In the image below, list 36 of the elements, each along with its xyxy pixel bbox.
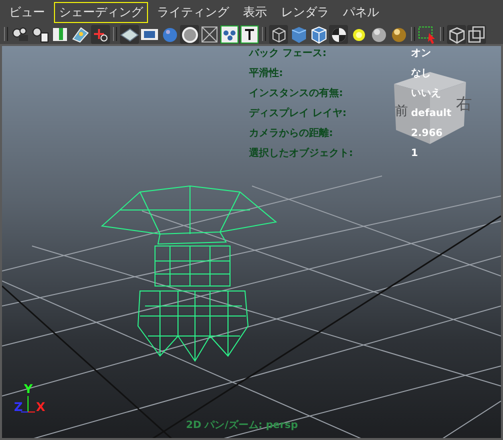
nodes-icon[interactable] — [220, 24, 239, 44]
menu-item[interactable]: 表示 — [238, 2, 272, 22]
move-zoom-icon[interactable] — [91, 24, 110, 44]
circle-icon[interactable] — [180, 24, 199, 44]
camera-list-icon[interactable] — [31, 24, 50, 44]
shaded-cube-icon[interactable] — [289, 24, 308, 44]
checker-sphere-icon[interactable] — [329, 24, 348, 44]
hud-value: default — [411, 107, 452, 121]
selection-cursor-icon[interactable] — [418, 24, 437, 44]
image-plane-icon[interactable] — [71, 24, 90, 44]
hud-label: インスタンスの有無: — [249, 86, 343, 101]
cube-outline-icon[interactable] — [447, 24, 466, 44]
hud-value: 1 — [411, 147, 418, 161]
outlined-cube-icon[interactable] — [309, 24, 328, 44]
overlap-squares-icon[interactable] — [467, 24, 486, 44]
text-icon[interactable] — [240, 24, 259, 44]
menu-item[interactable]: シェーディング — [54, 2, 148, 22]
hud-value: 2.966 — [411, 127, 443, 141]
hud-label: カメラからの距離: — [249, 126, 333, 141]
z-axis-label: Z — [14, 401, 23, 413]
hud-label: バック フェース: — [249, 47, 326, 61]
menu-item[interactable]: パネル — [338, 2, 384, 22]
view-cube-front-label: 前 — [395, 103, 408, 120]
menu-item[interactable]: ライティング — [152, 2, 234, 22]
hud-label: 選択したオブジェクト: — [249, 146, 353, 161]
wireframe-cube-icon[interactable] — [269, 24, 288, 44]
hud-value: オン — [411, 47, 431, 61]
camera-icon[interactable] — [11, 24, 30, 44]
wireframe-box-icon[interactable] — [200, 24, 219, 44]
hud-value: いいえ — [411, 87, 441, 101]
grid-icon[interactable] — [120, 24, 139, 44]
menu-item[interactable]: レンダラ — [276, 2, 334, 22]
menu-item[interactable]: ビュー — [4, 2, 50, 22]
x-axis-label: X — [36, 401, 46, 413]
hud-label: ディスプレイ レイヤ: — [249, 106, 346, 121]
hud-label: 平滑性: — [249, 66, 283, 81]
